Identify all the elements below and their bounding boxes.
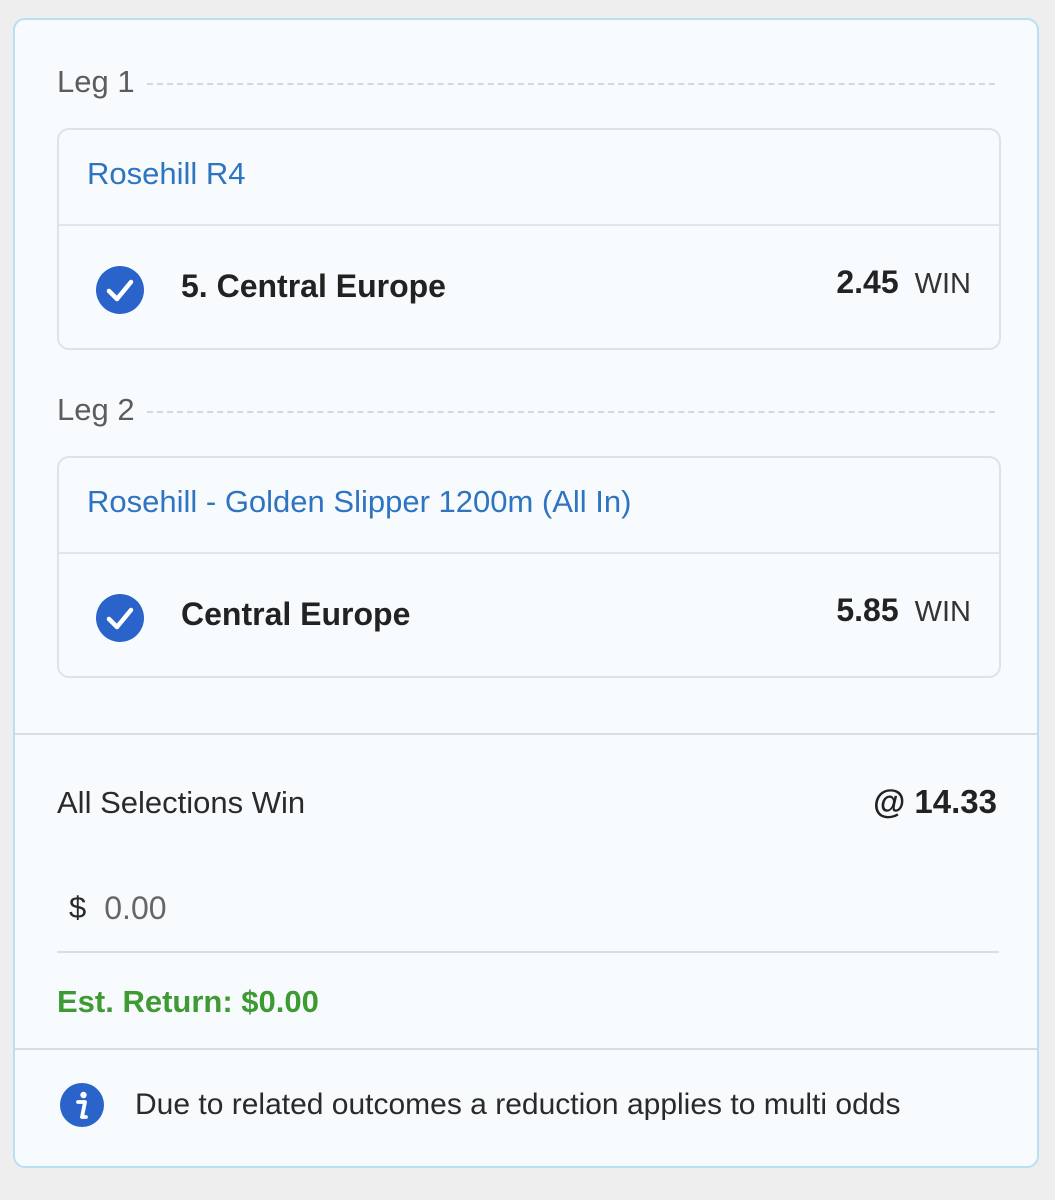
leg-1-selection: 5. Central Europe [181, 268, 446, 304]
leg-2-bet-type: WIN [914, 596, 971, 628]
leg-1-bet-type: WIN [914, 268, 971, 300]
currency-symbol: $ [69, 890, 87, 925]
leg-2-divider [146, 411, 995, 413]
notice-text: Due to related outcomes a reduction appl… [135, 1088, 901, 1121]
section-divider [15, 733, 1037, 735]
estimated-return: Est. Return: $0.00 [57, 984, 319, 1019]
stake-input[interactable] [104, 889, 405, 927]
checkmark-circle-icon[interactable] [96, 594, 144, 642]
notice-banner: Due to related outcomes a reduction appl… [59, 1082, 900, 1128]
leg-1-divider [146, 83, 995, 85]
leg-2-title: Leg 2 [57, 392, 135, 427]
leg-2-odds-group: 5.85 WIN [836, 592, 971, 629]
leg-2-selection: Central Europe [181, 596, 411, 632]
leg-2-box-divider [59, 552, 999, 554]
stake-field[interactable]: $ [57, 865, 999, 953]
notice-divider [15, 1048, 1037, 1050]
leg-1-odds: 2.45 [836, 264, 899, 300]
leg-1-box: Rosehill R4 5. Central Europe 2.45 WIN [57, 128, 1001, 350]
leg-1-header: Leg 1 [57, 62, 995, 102]
multi-odds: @ 14.33 [873, 783, 997, 820]
leg-2-race-link[interactable]: Rosehill - Golden Slipper 1200m (All In) [87, 484, 631, 520]
leg-1-box-divider [59, 224, 999, 226]
multi-bet-card: Leg 1 Rosehill R4 5. Central Europe 2.45… [13, 18, 1039, 1168]
leg-2-header: Leg 2 [57, 390, 995, 430]
leg-1-odds-group: 2.45 WIN [836, 264, 971, 301]
leg-1-race-link[interactable]: Rosehill R4 [87, 156, 246, 192]
leg-2-box: Rosehill - Golden Slipper 1200m (All In)… [57, 456, 1001, 678]
info-icon [60, 1083, 104, 1127]
leg-2-odds: 5.85 [836, 592, 899, 628]
multi-description: All Selections Win [57, 785, 306, 820]
checkmark-circle-icon[interactable] [96, 266, 144, 314]
leg-1-title: Leg 1 [57, 64, 135, 99]
